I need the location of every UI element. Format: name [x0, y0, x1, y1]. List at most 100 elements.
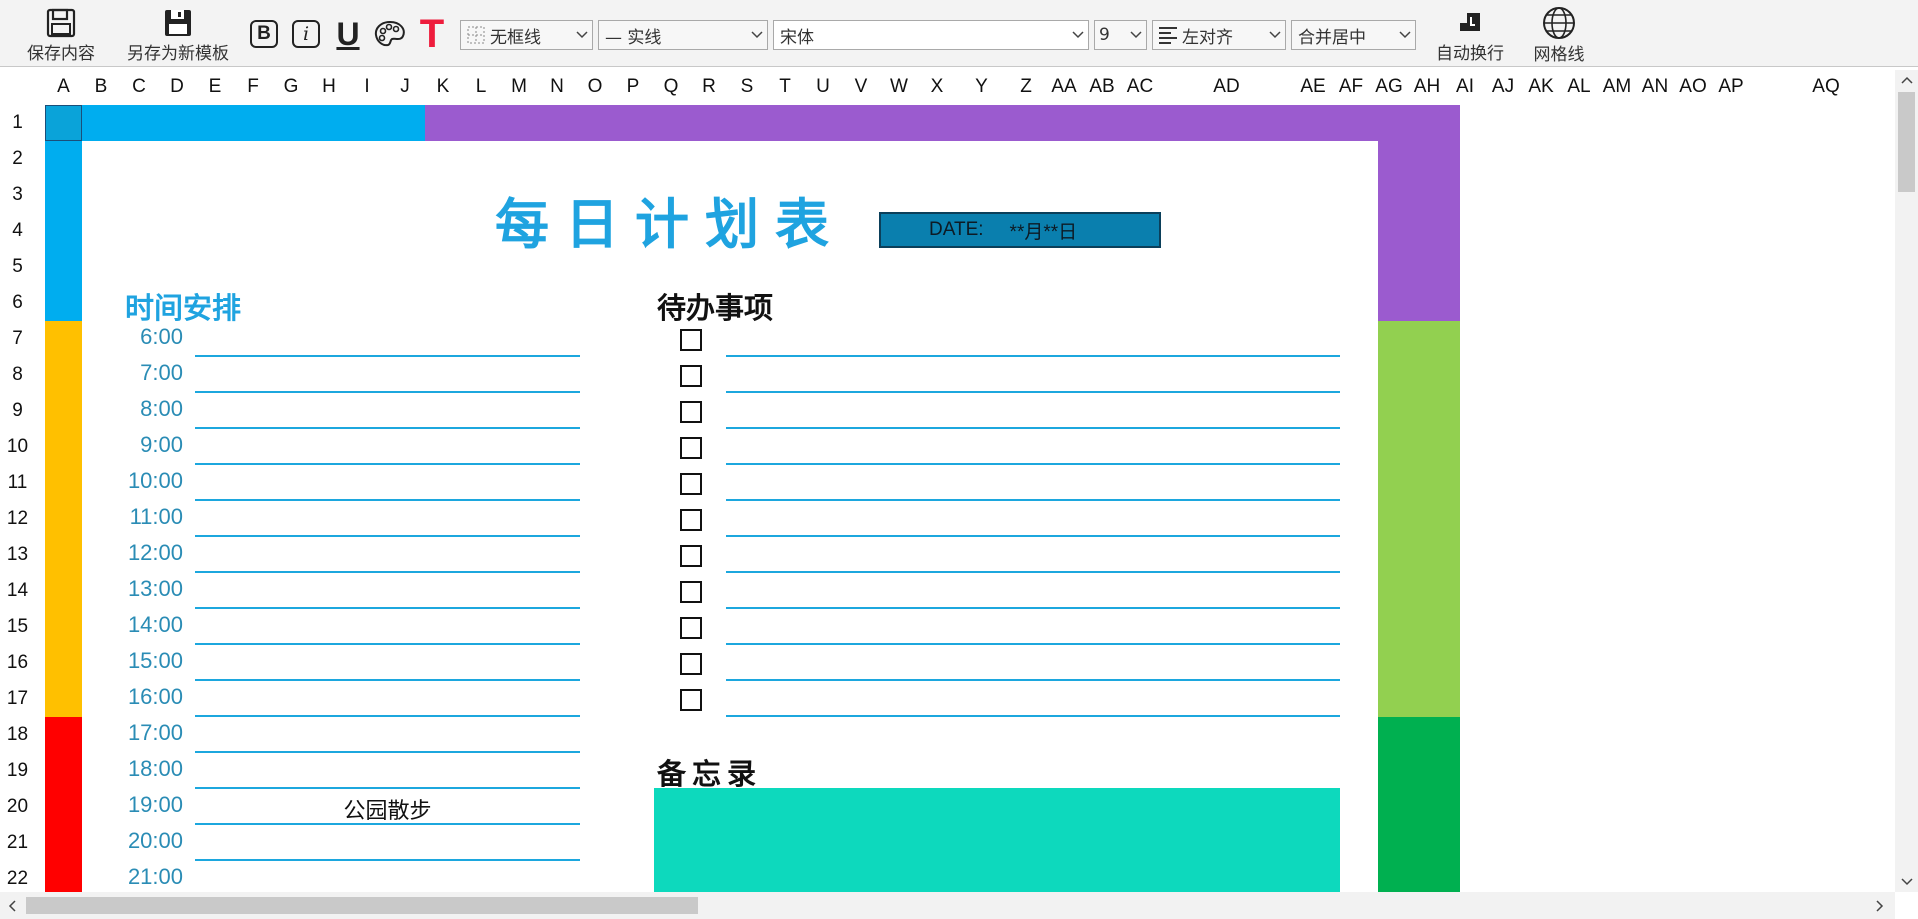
column-header-ag[interactable]: AG: [1370, 70, 1408, 104]
gridlines-button[interactable]: 网格线: [1520, 6, 1598, 65]
column-header-l[interactable]: L: [462, 70, 500, 104]
row-header-3[interactable]: 3: [0, 177, 35, 213]
column-header-k[interactable]: K: [424, 70, 462, 104]
row-header-17[interactable]: 17: [0, 681, 35, 717]
row-header-19[interactable]: 19: [0, 753, 35, 789]
column-header-an[interactable]: AN: [1636, 70, 1674, 104]
todo-checkbox[interactable]: [680, 329, 702, 351]
todo-line[interactable]: [726, 715, 1340, 717]
todo-line[interactable]: [726, 427, 1340, 429]
vertical-scrollbar[interactable]: [1895, 70, 1918, 892]
column-header-b[interactable]: B: [82, 70, 120, 104]
font-size-select[interactable]: 9: [1094, 20, 1147, 50]
column-header-ao[interactable]: AO: [1674, 70, 1712, 104]
border-select[interactable]: 无框线: [460, 20, 593, 50]
row-header-11[interactable]: 11: [0, 465, 35, 501]
row-header-5[interactable]: 5: [0, 249, 35, 285]
row-header-4[interactable]: 4: [0, 213, 35, 249]
row-header-10[interactable]: 10: [0, 429, 35, 465]
column-header-p[interactable]: P: [614, 70, 652, 104]
underline-button[interactable]: U: [331, 16, 365, 52]
column-header-q[interactable]: Q: [652, 70, 690, 104]
column-header-n[interactable]: N: [538, 70, 576, 104]
column-header-m[interactable]: M: [500, 70, 538, 104]
row-header-16[interactable]: 16: [0, 645, 35, 681]
column-header-e[interactable]: E: [196, 70, 234, 104]
column-header-ab[interactable]: AB: [1083, 70, 1121, 104]
row-header-9[interactable]: 9: [0, 393, 35, 429]
column-header-y[interactable]: Y: [956, 70, 1007, 104]
column-header-aa[interactable]: AA: [1045, 70, 1083, 104]
column-header-af[interactable]: AF: [1332, 70, 1370, 104]
todo-checkbox[interactable]: [680, 437, 702, 459]
todo-checkbox[interactable]: [680, 689, 702, 711]
date-box[interactable]: DATE: **月**日: [879, 212, 1161, 248]
todo-line[interactable]: [726, 607, 1340, 609]
column-header-al[interactable]: AL: [1560, 70, 1598, 104]
row-header-2[interactable]: 2: [0, 141, 35, 177]
row-header-13[interactable]: 13: [0, 537, 35, 573]
line-style-select[interactable]: — 实线: [598, 20, 768, 50]
column-header-f[interactable]: F: [234, 70, 272, 104]
todo-line[interactable]: [726, 391, 1340, 393]
row-header-21[interactable]: 21: [0, 825, 35, 861]
todo-line[interactable]: [726, 535, 1340, 537]
scroll-up-icon[interactable]: [1895, 70, 1918, 90]
column-header-a[interactable]: A: [45, 70, 82, 104]
schedule-note[interactable]: 公园散步: [195, 793, 580, 825]
memo-area[interactable]: [654, 788, 1340, 892]
todo-checkbox[interactable]: [680, 617, 702, 639]
column-header-aq[interactable]: AQ: [1750, 70, 1902, 104]
column-header-g[interactable]: G: [272, 70, 310, 104]
sheet-grid[interactable]: 每日计划表 DATE: **月**日 时间安排 待办事项 备忘录 6:00 7:0…: [45, 105, 1895, 892]
column-header-o[interactable]: O: [576, 70, 614, 104]
row-header-12[interactable]: 12: [0, 501, 35, 537]
save-as-template-button[interactable]: 另存为新模板: [122, 6, 234, 64]
row-header-15[interactable]: 15: [0, 609, 35, 645]
row-header-7[interactable]: 7: [0, 321, 35, 357]
vertical-scroll-thumb[interactable]: [1898, 92, 1915, 192]
column-header-r[interactable]: R: [690, 70, 728, 104]
column-header-i[interactable]: I: [348, 70, 386, 104]
column-header-ah[interactable]: AH: [1408, 70, 1446, 104]
font-select[interactable]: 宋体: [773, 20, 1089, 50]
row-header-1[interactable]: 1: [0, 105, 35, 141]
todo-checkbox[interactable]: [680, 581, 702, 603]
fill-color-button[interactable]: [373, 17, 407, 51]
wrap-text-button[interactable]: 自动换行: [1428, 6, 1512, 64]
todo-checkbox[interactable]: [680, 401, 702, 423]
column-header-h[interactable]: H: [310, 70, 348, 104]
scroll-down-icon[interactable]: [1895, 872, 1918, 892]
column-header-d[interactable]: D: [158, 70, 196, 104]
row-header-20[interactable]: 20: [0, 789, 35, 825]
todo-line[interactable]: [726, 463, 1340, 465]
horizontal-scroll-thumb[interactable]: [26, 897, 698, 914]
row-header-14[interactable]: 14: [0, 573, 35, 609]
save-button[interactable]: 保存内容: [18, 6, 104, 64]
row-header-8[interactable]: 8: [0, 357, 35, 393]
column-header-t[interactable]: T: [766, 70, 804, 104]
text-color-button[interactable]: T: [413, 14, 451, 54]
column-header-c[interactable]: C: [120, 70, 158, 104]
scroll-left-icon[interactable]: [0, 892, 24, 919]
todo-line[interactable]: [726, 571, 1340, 573]
column-header-j[interactable]: J: [386, 70, 424, 104]
column-header-ae[interactable]: AE: [1294, 70, 1332, 104]
scroll-right-icon[interactable]: [1868, 892, 1892, 919]
column-header-ak[interactable]: AK: [1522, 70, 1560, 104]
horizontal-scrollbar[interactable]: [0, 892, 1895, 919]
column-header-z[interactable]: Z: [1007, 70, 1045, 104]
column-header-s[interactable]: S: [728, 70, 766, 104]
column-header-am[interactable]: AM: [1598, 70, 1636, 104]
bold-button[interactable]: B: [247, 17, 281, 51]
column-header-aj[interactable]: AJ: [1484, 70, 1522, 104]
todo-checkbox[interactable]: [680, 653, 702, 675]
column-header-x[interactable]: X: [918, 70, 956, 104]
todo-line[interactable]: [726, 679, 1340, 681]
column-header-ai[interactable]: AI: [1446, 70, 1484, 104]
todo-checkbox[interactable]: [680, 365, 702, 387]
column-header-v[interactable]: V: [842, 70, 880, 104]
row-header-6[interactable]: 6: [0, 285, 35, 321]
column-header-u[interactable]: U: [804, 70, 842, 104]
column-header-ad[interactable]: AD: [1159, 70, 1294, 104]
